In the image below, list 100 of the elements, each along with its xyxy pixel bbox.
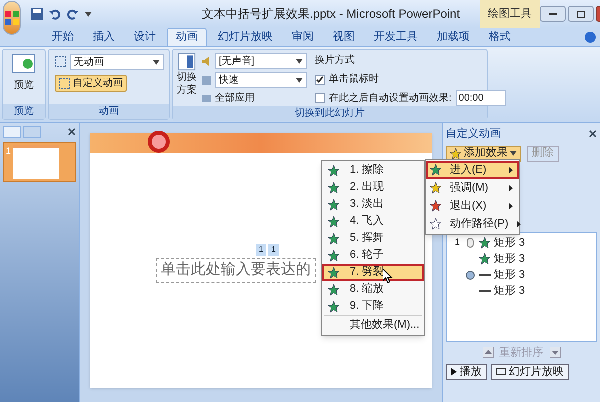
animation-icon [59, 78, 71, 90]
line-icon [479, 290, 491, 292]
animation-list-item[interactable]: 矩形 3 [447, 252, 596, 266]
star-icon [328, 266, 340, 278]
animation-icon [55, 56, 67, 68]
ribbon-tab[interactable]: 审阅 [284, 28, 322, 46]
list-item-label: 矩形 3 [494, 268, 526, 283]
line-icon [479, 274, 491, 276]
star-icon [328, 164, 340, 176]
effect-menu-item[interactable]: 2. 出现 [322, 179, 424, 196]
star-icon [328, 284, 340, 296]
more-effects-item[interactable]: 其他效果(M)... [322, 316, 424, 334]
submenu-arrow-icon [509, 184, 513, 192]
reorder-label: 重新排序 [500, 346, 544, 360]
submenu-arrow-icon [509, 166, 513, 174]
effect-menu-item[interactable]: 1. 擦除 [322, 162, 424, 179]
custom-animation-button[interactable]: 自定义动画 [55, 75, 127, 92]
group-label: 预览 [3, 104, 45, 119]
mouse-pointer-icon [383, 269, 393, 283]
checkbox-label: 单击鼠标时 [329, 72, 379, 87]
effect-menu-item[interactable]: 6. 轮子 [322, 247, 424, 264]
caret-icon [510, 151, 517, 156]
sound-icon [201, 56, 212, 66]
apply-all-button[interactable]: 全部应用 [201, 91, 307, 106]
mouse-icon [466, 238, 474, 248]
list-item-label: 矩形 3 [494, 252, 526, 267]
caret-icon [296, 78, 303, 82]
play-button[interactable]: 播放 [446, 364, 487, 380]
close-icon[interactable] [589, 130, 597, 138]
group-label: 动画 [49, 104, 169, 119]
star-icon [450, 148, 462, 160]
ribbon-tab[interactable]: 幻灯片放映 [210, 28, 281, 46]
star-icon [328, 250, 340, 262]
add-effect-menu-item[interactable]: 强调(M) [426, 179, 519, 197]
context-tab-label: 绘图工具 [480, 0, 540, 28]
slide-preview [13, 145, 60, 179]
add-effect-menu-item[interactable]: 退出(X) [426, 197, 519, 215]
animation-order-tag: 1 [256, 244, 266, 256]
effect-menu-item[interactable]: 4. 飞入 [322, 213, 424, 230]
maximize-button[interactable] [568, 6, 594, 22]
star-icon [430, 218, 442, 230]
caret-icon [85, 12, 92, 16]
animation-dropdown[interactable]: 无动画 [70, 54, 164, 70]
checkbox[interactable] [315, 74, 325, 84]
close-icon[interactable] [68, 128, 76, 136]
animation-list-item[interactable]: 矩形 3 [447, 284, 596, 298]
preview-icon [12, 54, 36, 76]
add-effect-menu-item[interactable]: 进入(E) [426, 161, 519, 179]
add-effect-menu-item[interactable]: 动作路径(P) [426, 215, 519, 233]
star-icon [328, 182, 340, 194]
ribbon-tab[interactable]: 开发工具 [366, 28, 426, 46]
caret-icon [296, 58, 303, 64]
effect-menu-item[interactable]: 8. 缩放 [322, 281, 424, 298]
undo-icon[interactable] [49, 8, 61, 20]
star-icon [328, 216, 340, 228]
effect-menu-item[interactable]: 7. 劈裂 [322, 264, 424, 281]
checkbox[interactable] [315, 93, 325, 103]
time-spinner[interactable]: 00:00 [456, 90, 506, 106]
screen-icon [496, 368, 506, 376]
ribbon-tab[interactable]: 开始 [44, 28, 82, 46]
slideshow-button[interactable]: 幻灯片放映 [491, 364, 569, 380]
animation-list-item[interactable]: 1 矩形 3 [447, 236, 596, 250]
checkbox-label: 在此之后自动设置动画效果: [329, 92, 452, 106]
star-icon [430, 164, 442, 176]
office-button[interactable] [3, 1, 21, 35]
transition-scheme-button[interactable]: 切换 方案 [177, 53, 197, 106]
ribbon-tab[interactable]: 视图 [325, 28, 363, 46]
sound-dropdown[interactable]: [无声音] [215, 53, 307, 69]
speed-dropdown[interactable]: 快速 [215, 72, 307, 88]
effect-menu-item[interactable]: 3. 淡出 [322, 196, 424, 213]
ribbon-tab[interactable]: 设计 [126, 28, 164, 46]
ribbon-tab[interactable]: 动画 [167, 28, 207, 46]
group-label: 切换到此幻灯片 [173, 106, 487, 121]
minimize-button[interactable] [540, 6, 566, 22]
redo-icon[interactable] [67, 8, 79, 20]
animation-order-tag: 1 [268, 244, 279, 256]
preview-button[interactable]: 预览 [3, 50, 45, 104]
help-icon[interactable] [585, 32, 596, 43]
animation-list-item[interactable]: 矩形 3 [447, 268, 596, 282]
ribbon-tab[interactable]: 格式 [481, 28, 519, 46]
checkmark-icon [316, 76, 324, 84]
save-icon[interactable] [31, 8, 43, 20]
star-icon [328, 300, 340, 312]
star-icon [430, 200, 442, 212]
title-placeholder-text: 单击此处输入要表达的 [156, 258, 316, 282]
star-icon [328, 198, 340, 210]
star-icon [479, 237, 491, 249]
move-down-icon[interactable] [550, 347, 560, 358]
speed-icon [201, 74, 212, 86]
apply-all-icon [201, 93, 212, 104]
list-item-label: 矩形 3 [494, 284, 526, 299]
list-item-label: 矩形 3 [494, 236, 526, 251]
submenu-arrow-icon [509, 202, 513, 210]
ribbon-tab[interactable]: 加载项 [429, 28, 478, 46]
move-up-icon[interactable] [482, 347, 494, 358]
submenu-arrow-icon [516, 220, 521, 228]
ribbon-tab[interactable]: 插入 [85, 28, 123, 46]
star-icon [430, 182, 442, 194]
effect-menu-item[interactable]: 9. 下降 [322, 298, 424, 315]
effect-menu-item[interactable]: 5. 挥舞 [322, 230, 424, 247]
